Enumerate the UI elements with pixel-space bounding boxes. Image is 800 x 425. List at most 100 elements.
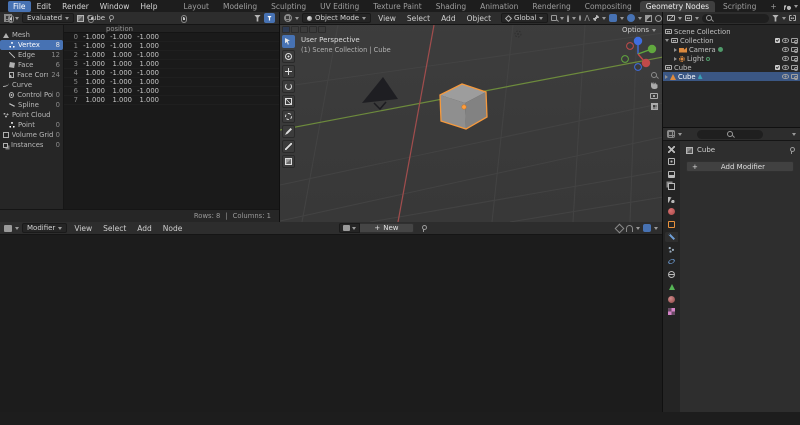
overflow-toggle-icon[interactable] (282, 26, 290, 33)
filter-icon[interactable] (254, 14, 261, 22)
pin-icon[interactable] (421, 224, 427, 232)
table-row[interactable]: 0 -1.000 -1.000 -1.000 (64, 33, 279, 42)
viewport-menu-view[interactable]: View (374, 14, 400, 23)
node-menu-view[interactable]: View (70, 224, 96, 233)
breadcrumb-object-name[interactable]: Cube (697, 146, 715, 154)
tab-shading[interactable]: Shading (430, 1, 472, 12)
disclosure-closed-icon[interactable] (674, 47, 677, 52)
table-row[interactable]: 5 1.000 -1.000 1.000 (64, 78, 279, 87)
tab-object[interactable] (665, 219, 678, 229)
gizmo-x-neg[interactable] (626, 42, 634, 50)
outliner-row-cube-collection[interactable]: Cube (663, 63, 800, 72)
gizmo-x-axis[interactable] (641, 58, 651, 68)
table-row[interactable]: 7 1.000 1.000 1.000 (64, 96, 279, 105)
outliner-row-camera[interactable]: Camera (663, 45, 800, 54)
domain-spline[interactable]: Spline 0 (0, 100, 63, 110)
pivot-point-icon[interactable] (592, 15, 599, 21)
table-row[interactable]: 4 1.000 -1.000 -1.000 (64, 69, 279, 78)
node-menu-node[interactable]: Node (159, 224, 187, 233)
disable-render-icon[interactable] (791, 56, 798, 62)
outliner-row-light[interactable]: Light (663, 54, 800, 63)
tab-material[interactable] (665, 294, 678, 304)
domain-group-curve[interactable]: Curve (0, 80, 63, 90)
camera-view-icon[interactable] (650, 93, 658, 99)
menu-file[interactable]: File (8, 0, 31, 12)
tab-rendering[interactable]: Rendering (526, 1, 576, 12)
tab-scene[interactable] (665, 194, 678, 204)
perspective-toggle-icon[interactable] (650, 103, 658, 110)
cube-object[interactable] (439, 83, 488, 130)
domain-vertex[interactable]: Vertex 8 (0, 40, 63, 50)
add-modifier-button[interactable]: + Add Modifier (686, 161, 794, 172)
overflow-toggle-icon[interactable] (291, 26, 299, 33)
viewport-3d[interactable]: Object Mode View Select Add Object Globa… (280, 12, 663, 222)
domain-point[interactable]: Point 0 (0, 120, 63, 130)
pin-icon[interactable] (108, 14, 115, 22)
properties-search-input[interactable] (697, 129, 763, 139)
overlays-toggle-icon[interactable] (626, 14, 635, 22)
tab-texture-paint[interactable]: Texture Paint (367, 1, 427, 12)
gizmo-y-axis[interactable] (647, 44, 657, 54)
tool-select-box[interactable] (282, 35, 295, 48)
menu-edit[interactable]: Edit (32, 1, 57, 12)
xray-toggle-icon[interactable] (644, 14, 652, 22)
disable-render-icon[interactable] (791, 65, 798, 71)
disclosure-open-icon[interactable] (665, 39, 669, 42)
domain-instances[interactable]: Instances 0 (0, 140, 63, 150)
outliner-row-cube-selected[interactable]: Cube (663, 72, 800, 81)
domain-face-corner[interactable]: Face Corner24 (0, 70, 63, 80)
domain-group-point-cloud[interactable]: Point Cloud (0, 110, 63, 120)
camera-object[interactable] (362, 77, 398, 103)
pin-icon[interactable] (789, 146, 795, 154)
snap-magnet-icon[interactable] (567, 14, 570, 22)
tab-render[interactable] (665, 157, 678, 167)
domain-volume-grids[interactable]: Volume Grids 0 (0, 130, 63, 140)
snap-target-icon[interactable] (551, 15, 558, 21)
disable-render-icon[interactable] (791, 74, 798, 80)
dataset-dropdown[interactable]: Evaluated (22, 13, 75, 23)
viewport-menu-object[interactable]: Object (463, 14, 495, 23)
table-row[interactable]: 1 -1.000 -1.000 1.000 (64, 42, 279, 51)
hide-viewport-icon[interactable] (782, 38, 789, 43)
gizmo-z-neg[interactable] (634, 63, 642, 71)
column-header-position[interactable]: position (64, 25, 279, 33)
hide-viewport-icon[interactable] (782, 56, 789, 61)
tool-cursor[interactable] (282, 50, 295, 63)
scene-selector[interactable]: Scene × (783, 2, 800, 10)
new-node-group-button[interactable]: + New (360, 223, 414, 233)
overflow-toggle-icon[interactable] (309, 26, 317, 33)
domain-face[interactable]: Face 6 (0, 60, 63, 70)
viewport-editor-type-icon[interactable] (284, 14, 292, 22)
properties-editor-type-icon[interactable] (667, 130, 675, 138)
overlays-toggle-icon[interactable] (643, 224, 651, 232)
outliner-row-scene-collection[interactable]: Scene Collection (663, 27, 800, 36)
tab-output[interactable] (665, 169, 678, 179)
table-row[interactable]: 2 -1.000 1.000 -1.000 (64, 51, 279, 60)
tab-sculpting[interactable]: Sculpting (265, 1, 312, 12)
pan-hand-icon[interactable] (650, 82, 658, 89)
gizmos-toggle-icon[interactable] (608, 14, 617, 22)
disclosure-closed-icon[interactable] (665, 74, 668, 79)
table-row[interactable]: 6 1.000 1.000 -1.000 (64, 87, 279, 96)
domain-group-mesh[interactable]: Mesh (0, 30, 63, 40)
geometry-node-editor[interactable]: Modifier View Select Add Node + New (0, 222, 663, 412)
mode-dropdown[interactable]: Object Mode (302, 13, 372, 23)
falloff-icon[interactable]: Λ (584, 14, 589, 23)
node-menu-select[interactable]: Select (99, 224, 130, 233)
menu-render[interactable]: Render (57, 1, 94, 12)
snap-node-icon[interactable] (614, 223, 625, 233)
tab-scripting[interactable]: Scripting (717, 1, 762, 12)
transform-orientation-dropdown[interactable]: Global (501, 13, 549, 23)
viewport-menu-add[interactable]: Add (437, 14, 460, 23)
display-mode-icon[interactable] (685, 15, 692, 21)
tab-particles[interactable] (665, 244, 678, 254)
disclosure-closed-icon[interactable] (674, 56, 677, 61)
shading-wireframe-icon[interactable] (654, 14, 662, 22)
browse-node-group-dropdown[interactable] (339, 223, 361, 233)
collection-checkbox[interactable] (775, 65, 780, 70)
tool-annotate[interactable] (282, 125, 295, 138)
tree-type-dropdown[interactable]: Modifier (22, 223, 68, 233)
gizmo-y-neg[interactable] (621, 55, 629, 63)
disable-render-icon[interactable] (791, 47, 798, 53)
viewport-canvas[interactable] (280, 25, 663, 222)
